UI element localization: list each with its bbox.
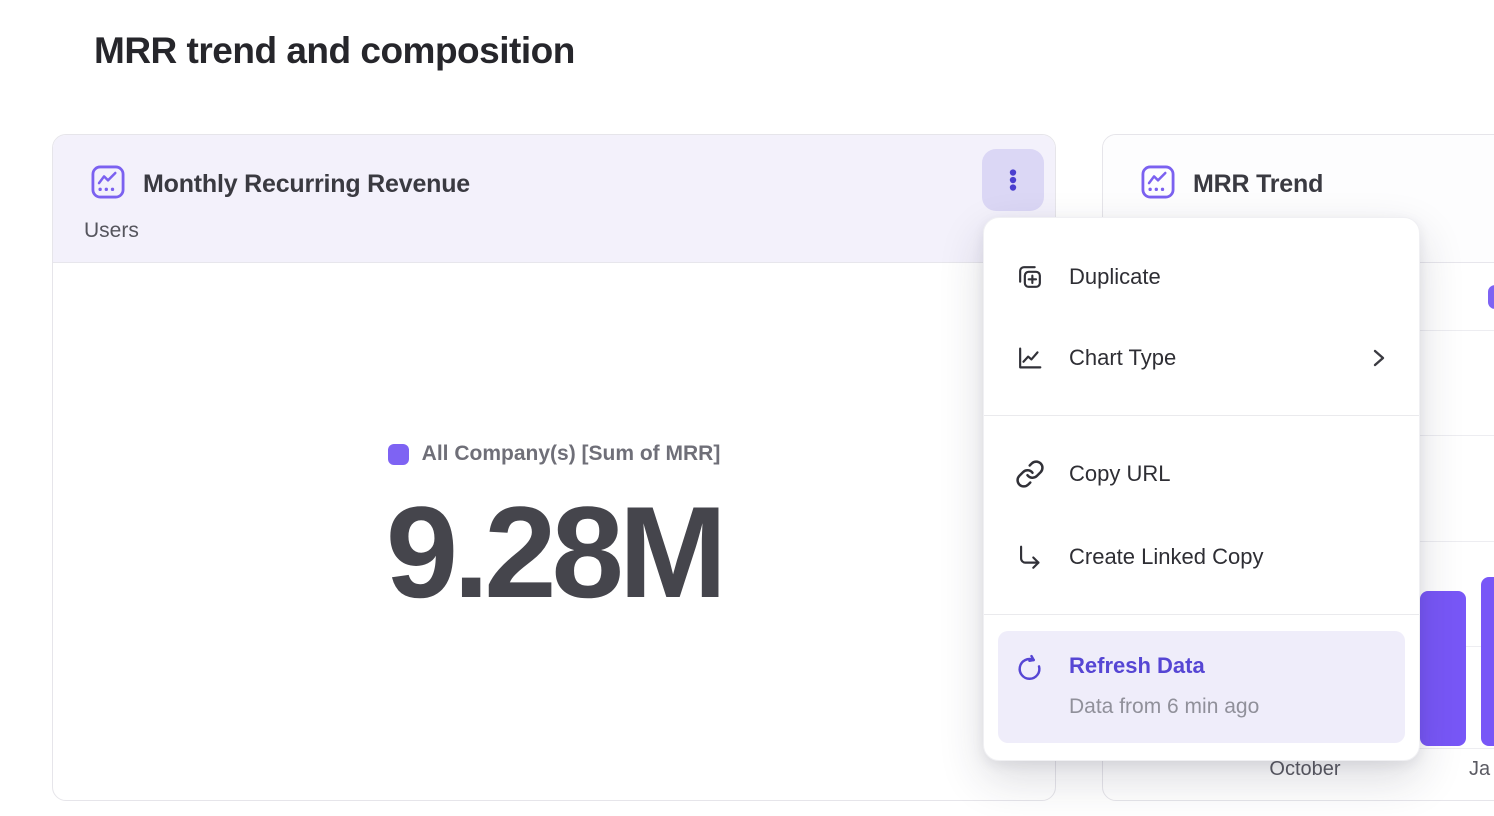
kpi-value: 9.28M bbox=[53, 487, 1055, 617]
menu-item-chart-type[interactable]: Chart Type bbox=[984, 328, 1419, 388]
menu-item-refresh-data[interactable]: Refresh Data Data from 6 min ago bbox=[998, 631, 1405, 743]
refresh-data-timestamp: Data from 6 min ago bbox=[1069, 695, 1259, 719]
kpi-legend: All Company(s) [Sum of MRR] bbox=[53, 439, 1055, 469]
link-icon bbox=[1015, 459, 1045, 489]
legend-label: All Company(s) [Sum of MRR] bbox=[422, 442, 721, 466]
menu-item-label: Duplicate bbox=[1069, 264, 1161, 290]
dashboard: MRR trend and composition Monthly Recurr… bbox=[0, 0, 1494, 816]
bar-january bbox=[1481, 577, 1494, 746]
card-menu-button[interactable] bbox=[982, 149, 1044, 211]
mrr-kpi-card: Monthly Recurring Revenue Users All Comp… bbox=[52, 134, 1056, 801]
refresh-icon bbox=[1015, 653, 1045, 683]
trend-card-title: MRR Trend bbox=[1193, 170, 1323, 199]
mrr-kpi-card-header: Monthly Recurring Revenue Users bbox=[53, 135, 1055, 263]
chart-type-icon bbox=[1015, 343, 1045, 373]
chart-icon bbox=[1140, 164, 1176, 200]
menu-divider bbox=[984, 614, 1419, 615]
menu-divider bbox=[984, 415, 1419, 416]
menu-item-label: Chart Type bbox=[1069, 345, 1176, 371]
legend-swatch bbox=[388, 444, 409, 465]
card-context-menu: Duplicate Chart Type bbox=[983, 217, 1420, 761]
page-title: MRR trend and composition bbox=[94, 30, 575, 72]
mrr-card-title: Monthly Recurring Revenue bbox=[143, 170, 470, 199]
trend-legend-swatch bbox=[1488, 285, 1494, 309]
chart-icon bbox=[90, 164, 126, 200]
kebab-icon bbox=[998, 165, 1028, 195]
chevron-right-icon bbox=[1372, 349, 1386, 367]
refresh-data-label: Refresh Data bbox=[1069, 653, 1205, 679]
menu-item-create-linked-copy[interactable]: Create Linked Copy bbox=[984, 527, 1419, 587]
menu-item-copy-url[interactable]: Copy URL bbox=[984, 444, 1419, 504]
x-tick-january: Ja bbox=[1469, 758, 1490, 781]
mrr-card-subtitle: Users bbox=[84, 219, 139, 243]
menu-item-label: Copy URL bbox=[1069, 461, 1170, 487]
menu-item-duplicate[interactable]: Duplicate bbox=[984, 247, 1419, 307]
bar-october bbox=[1420, 591, 1466, 746]
x-tick-october: October bbox=[1244, 758, 1366, 781]
menu-item-label: Create Linked Copy bbox=[1069, 544, 1263, 570]
linked-copy-arrow-icon bbox=[1015, 542, 1045, 572]
duplicate-icon bbox=[1015, 262, 1045, 292]
